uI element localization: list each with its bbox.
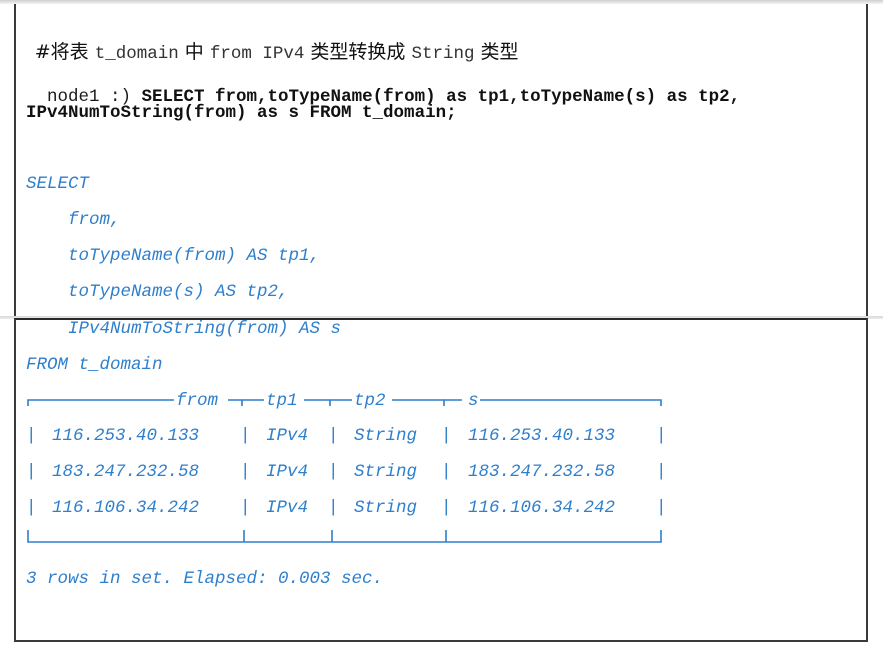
cell-from: 116.253.40.133 [52,426,200,446]
formatted-query-line: IPv4NumToString(from) AS s [26,319,342,339]
row-separator: | [328,462,339,482]
command-line-2: IPv4NumToString(from) as s FROM t_domain… [26,103,457,123]
comment-part: 类型转换成 [304,41,412,63]
formatted-query-line: SELECT [26,174,90,194]
cell-tp1: IPv4 [266,426,309,446]
comment-part: from IPv4 [209,44,305,64]
cell-tp1: IPv4 [266,462,309,482]
comment-line: #将表 t_domain 中 from IPv4 类型转换成 String 类型 [26,22,519,64]
table-header-tp2: tp2 [354,391,386,411]
table-top-border [480,399,662,406]
comment-part: t_domain [94,44,179,64]
table-top-border [304,399,331,406]
row-separator: | [441,426,452,446]
cell-s: 116.106.34.242 [468,498,616,518]
elapsed-status: 3 rows in set. Elapsed: 0.003 sec. [26,569,384,589]
cell-from: 116.106.34.242 [52,498,200,518]
table-top-border [228,399,243,406]
table-header-tp1: tp1 [266,391,298,411]
comment-part: 中 [178,41,210,63]
table-top-border [27,399,174,406]
cell-s: 116.253.40.133 [468,426,616,446]
formatted-query-line: FROM t_domain [26,355,163,375]
table-bottom-border [27,530,662,543]
cell-tp2: String [354,462,418,482]
row-separator: | [240,426,251,446]
row-separator: | [26,426,37,446]
cell-from: 183.247.232.58 [52,462,200,482]
table-header-s: s [468,391,479,411]
row-separator: | [441,498,452,518]
row-separator: | [441,462,452,482]
cell-tp2: String [354,426,418,446]
formatted-query-line: toTypeName(s) AS tp2, [26,282,289,302]
table-top-border [392,399,445,406]
row-separator: | [656,498,667,518]
cell-s: 183.247.232.58 [468,462,616,482]
formatted-query-line: toTypeName(from) AS tp1, [26,246,321,266]
cell-tp2: String [354,498,418,518]
row-separator: | [26,498,37,518]
row-separator: | [240,498,251,518]
comment-part: String [411,44,475,64]
row-separator: | [656,426,667,446]
comment-part: #将表 [34,41,95,63]
row-separator: | [656,462,667,482]
cell-tp1: IPv4 [266,498,309,518]
command-line-1: node1 :) SELECT from,toTypeName(from) as… [26,67,740,107]
row-separator: | [328,426,339,446]
table-header-from: from [176,391,219,411]
row-separator: | [26,462,37,482]
comment-part: 类型 [474,41,519,63]
formatted-query-line: from, [26,210,121,230]
row-separator: | [240,462,251,482]
row-separator: | [328,498,339,518]
